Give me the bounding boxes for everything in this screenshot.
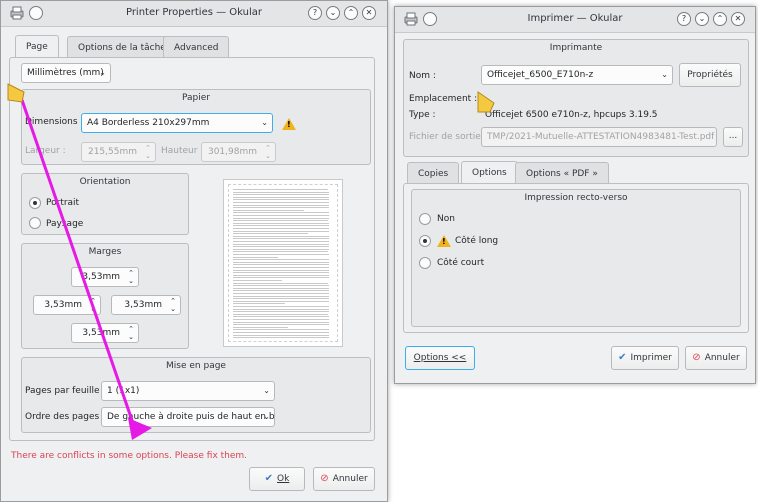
cursor-arrow-icon	[7, 83, 25, 103]
annotation-arrow-line	[20, 99, 138, 433]
cursor-arrow-icon	[477, 91, 495, 113]
annotation-arrow-head	[128, 418, 152, 440]
annotation-overlay	[7, 83, 495, 440]
